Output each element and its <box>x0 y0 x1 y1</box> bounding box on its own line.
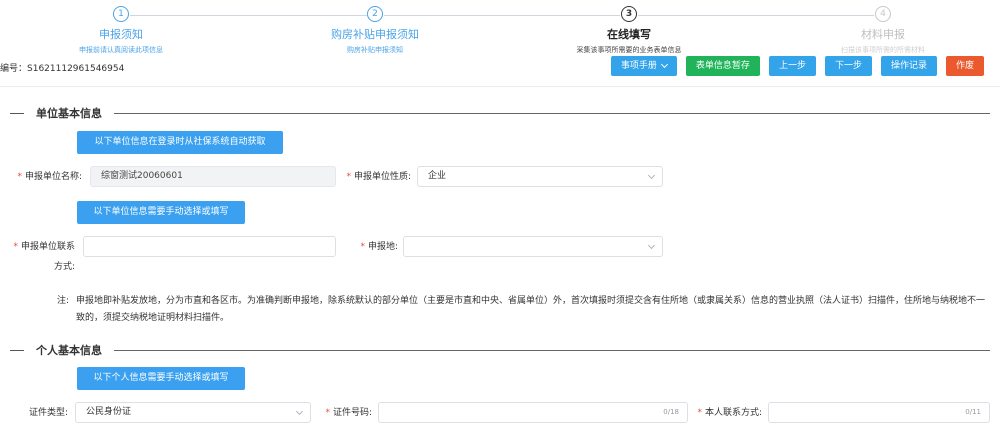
section-dash <box>10 112 24 114</box>
section-rule <box>114 112 990 114</box>
notice-text: 注: 申报地即补贴发放地，分为市直和各区市。为准确判断申报地，除系统默认的部分单… <box>57 293 992 327</box>
step-2[interactable]: 2 购房补贴申报须知 购房补贴申报须知 <box>275 6 475 55</box>
section-dash <box>10 349 24 351</box>
unit-name-label: * 申报单位名称: <box>17 172 82 182</box>
person-section-header: 个人基本信息 <box>10 342 990 358</box>
prev-step-button[interactable]: 上一步 <box>768 56 816 76</box>
header-divider <box>0 86 1000 87</box>
action-toolbar: 事项手册 表单信息暂存 上一步 下一步 操作记录 作废 <box>610 56 984 76</box>
phone-counter: 0/11 <box>965 408 981 416</box>
unit-type-select[interactable]: 企业 <box>417 166 663 187</box>
void-button[interactable]: 作废 <box>945 56 984 76</box>
place-select[interactable] <box>403 236 663 257</box>
chevron-down-icon <box>647 171 656 180</box>
unit-contact-label: * 申报单位联系 <box>13 242 75 252</box>
step-3[interactable]: 3 在线填写 采集该事项所需要的业务表单信息 <box>529 6 729 55</box>
save-draft-button[interactable]: 表单信息暂存 <box>685 56 760 76</box>
place-label: * 申报地: <box>360 242 398 252</box>
id-type-select[interactable]: 公民身份证 <box>75 402 311 423</box>
person-section-title: 个人基本信息 <box>36 344 102 357</box>
chevron-down-icon <box>660 60 668 69</box>
step-4[interactable]: 4 材料申报 扫描该事项所需的所需材料 <box>783 6 983 55</box>
notice-body: 申报地即补贴发放地，分为市直和各区市。为准确判断申报地，除系统默认的部分单位（主… <box>76 296 986 323</box>
manual-dropdown-button[interactable]: 事项手册 <box>610 56 677 76</box>
phone-label: * 本人联系方式: <box>697 408 762 418</box>
manual-label: 事项手册 <box>620 61 657 71</box>
operation-log-button[interactable]: 操作记录 <box>880 56 937 76</box>
serial-number: 编号：S1621112961546954 <box>0 64 125 74</box>
unit-contact-input[interactable] <box>83 236 336 257</box>
next-step-button[interactable]: 下一步 <box>824 56 872 76</box>
step-subtitle: 扫描该事项所需的所需材料 <box>841 46 925 54</box>
chevron-down-icon <box>647 241 656 250</box>
step-subtitle: 申报前请认真阅读此项信息 <box>79 46 163 54</box>
id-type-label: 证件类型: <box>28 408 68 418</box>
step-1[interactable]: 1 申报须知 申报前请认真阅读此项信息 <box>21 6 221 55</box>
step-number: 2 <box>367 6 383 22</box>
step-title: 在线填写 <box>607 28 651 41</box>
id-number-label: * 证件号码: <box>325 408 372 418</box>
id-type-value: 公民身份证 <box>86 407 132 417</box>
step-number: 3 <box>621 6 637 22</box>
step-title: 申报须知 <box>99 28 143 41</box>
phone-input[interactable]: 0/11 <box>768 402 990 423</box>
step-title: 材料申报 <box>861 28 905 41</box>
notice-lead: 注: <box>57 296 70 306</box>
unit-contact-label-line2: 方式: <box>53 262 75 272</box>
step-title: 购房补贴申报须知 <box>331 28 419 41</box>
unit-section-header: 单位基本信息 <box>10 105 990 121</box>
progress-stepper: 1 申报须知 申报前请认真阅读此项信息 2 购房补贴申报须知 购房补贴申报须知 … <box>0 0 1000 60</box>
section-rule <box>114 349 990 351</box>
step-number: 1 <box>113 6 129 22</box>
auto-fetch-button[interactable]: 以下单位信息在登录时从社保系统自动获取 <box>77 131 283 154</box>
step-subtitle: 采集该事项所需要的业务表单信息 <box>576 46 682 54</box>
id-number-input[interactable]: 0/18 <box>378 402 688 423</box>
unit-manual-button[interactable]: 以下单位信息需要手动选择或填写 <box>77 201 245 224</box>
unit-type-label: * 申报单位性质: <box>346 172 411 182</box>
id-number-counter: 0/18 <box>663 408 679 416</box>
unit-name-input[interactable]: 综窗测试20060601 <box>90 166 336 187</box>
step-subtitle: 购房补贴申报须知 <box>347 46 403 54</box>
step-number: 4 <box>875 6 891 22</box>
unit-section-title: 单位基本信息 <box>36 107 102 120</box>
person-manual-button[interactable]: 以下个人信息需要手动选择或填写 <box>77 367 245 390</box>
unit-type-value: 企业 <box>428 171 447 181</box>
